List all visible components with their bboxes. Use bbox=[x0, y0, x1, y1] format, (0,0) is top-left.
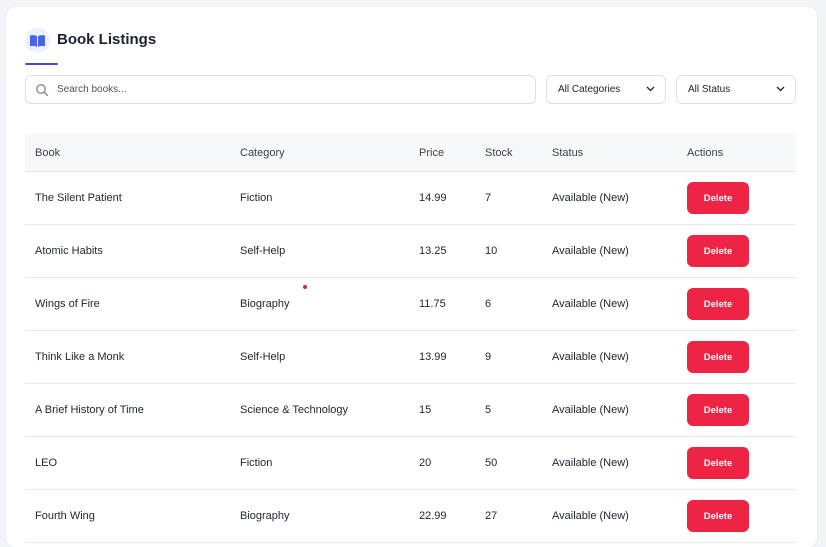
table-row: A Brief History of Time Science & Techno… bbox=[25, 384, 796, 437]
table-row: Wings of Fire Biography 11.75 6 Availabl… bbox=[25, 278, 796, 331]
delete-button[interactable]: Delete bbox=[687, 341, 749, 373]
book-category: Self-Help bbox=[240, 351, 286, 363]
table-row: Think Like a Monk Self-Help 13.99 9 Avai… bbox=[25, 331, 796, 384]
chevron-down-icon bbox=[646, 84, 655, 95]
book-stock: 9 bbox=[485, 351, 492, 363]
search-input[interactable] bbox=[57, 84, 517, 95]
search-icon bbox=[35, 83, 49, 97]
book-price: 14.99 bbox=[419, 192, 447, 204]
column-header-stock[interactable]: Stock bbox=[485, 147, 552, 159]
page-title: Book Listings bbox=[57, 31, 157, 48]
cursor-dot bbox=[303, 285, 307, 289]
column-header-actions: Actions bbox=[687, 146, 724, 159]
column-header-status[interactable]: Status bbox=[552, 147, 687, 159]
book-stock: 50 bbox=[485, 457, 498, 469]
delete-button[interactable]: Delete bbox=[687, 288, 749, 320]
column-header-category[interactable]: Category bbox=[240, 147, 419, 159]
category-filter-select[interactable]: All Categories bbox=[546, 75, 666, 104]
delete-button[interactable]: Delete bbox=[687, 447, 749, 479]
column-header-price[interactable]: Price bbox=[419, 147, 485, 159]
book-price: 20 bbox=[419, 457, 432, 469]
book-stock: 10 bbox=[485, 245, 498, 257]
book-status: Available (New) bbox=[552, 298, 629, 310]
book-category: Science & Technology bbox=[240, 404, 349, 416]
delete-button[interactable]: Delete bbox=[687, 235, 749, 267]
book-title: The Silent Patient bbox=[35, 192, 122, 204]
book-stock: 27 bbox=[485, 510, 498, 522]
books-table: Book Category Price Stock Status Actions… bbox=[25, 134, 796, 543]
book-price: 13.99 bbox=[419, 351, 447, 363]
book-title: Think Like a Monk bbox=[35, 351, 125, 363]
column-header-book[interactable]: Book bbox=[35, 147, 240, 159]
book-price: 11.75 bbox=[419, 298, 446, 310]
table-row: Fourth Wing Biography 22.99 27 Available… bbox=[25, 490, 796, 543]
book-status: Available (New) bbox=[552, 457, 629, 469]
book-price: 13.25 bbox=[419, 245, 447, 257]
book-stock: 5 bbox=[485, 404, 492, 416]
book-stock: 6 bbox=[485, 298, 492, 310]
book-category: Fiction bbox=[240, 192, 273, 204]
book-category: Biography bbox=[240, 510, 290, 522]
table-row: The Silent Patient Fiction 14.99 7 Avail… bbox=[25, 172, 796, 225]
delete-button[interactable]: Delete bbox=[687, 394, 749, 426]
delete-button[interactable]: Delete bbox=[687, 182, 749, 214]
delete-button[interactable]: Delete bbox=[687, 500, 749, 532]
book-category: Biography bbox=[240, 298, 290, 310]
table-row: LEO Fiction 20 50 Available (New) Delete bbox=[25, 437, 796, 490]
chevron-down-icon bbox=[776, 84, 785, 95]
open-book-icon bbox=[25, 28, 50, 53]
status-filter-select[interactable]: All Status bbox=[676, 75, 796, 104]
book-status: Available (New) bbox=[552, 245, 629, 257]
book-stock: 7 bbox=[485, 192, 492, 204]
book-price: 15 bbox=[419, 404, 432, 416]
book-title: LEO bbox=[35, 457, 58, 469]
table-header: Book Category Price Stock Status Actions bbox=[25, 134, 796, 172]
book-status: Available (New) bbox=[552, 192, 629, 204]
book-listings-card: Book Listings All Categories All Status … bbox=[6, 7, 817, 547]
book-title: Fourth Wing bbox=[35, 510, 95, 522]
search-box[interactable] bbox=[25, 75, 536, 104]
book-category: Self-Help bbox=[240, 245, 286, 257]
status-filter-value: All Status bbox=[688, 84, 731, 95]
book-status: Available (New) bbox=[552, 351, 629, 363]
book-category: Fiction bbox=[240, 457, 273, 469]
title-underline bbox=[25, 63, 58, 65]
book-title: A Brief History of Time bbox=[35, 404, 144, 416]
book-status: Available (New) bbox=[552, 404, 629, 416]
book-title: Atomic Habits bbox=[35, 245, 103, 257]
book-status: Available (New) bbox=[552, 510, 629, 522]
book-price: 22.99 bbox=[419, 510, 447, 522]
book-title: Wings of Fire bbox=[35, 298, 100, 310]
category-filter-value: All Categories bbox=[558, 84, 621, 95]
table-row: Atomic Habits Self-Help 13.25 10 Availab… bbox=[25, 225, 796, 278]
